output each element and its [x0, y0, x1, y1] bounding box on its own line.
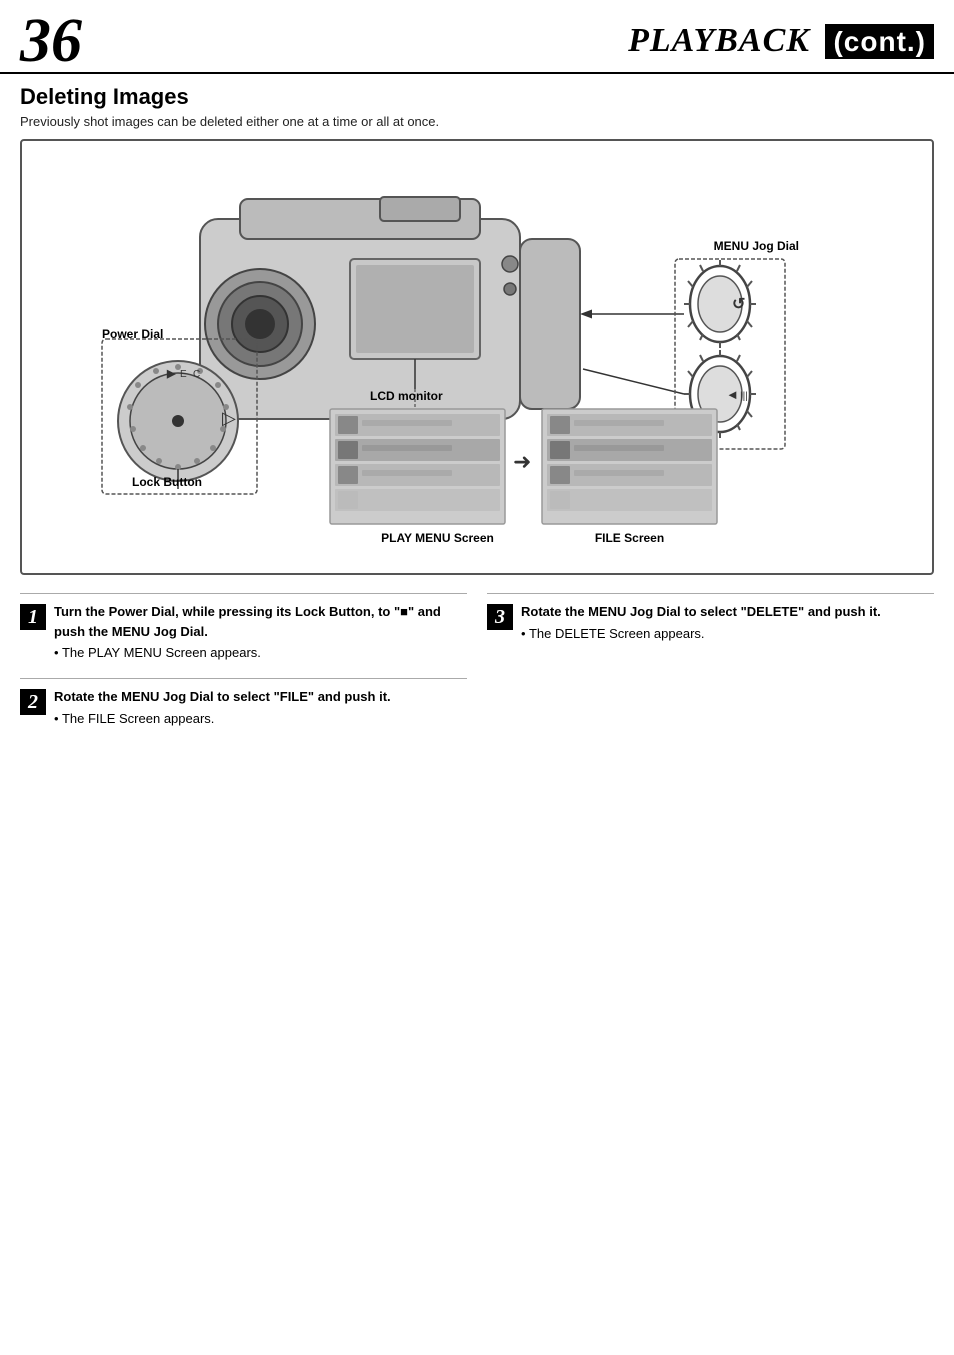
- step-3-bullet: The DELETE Screen appears.: [521, 626, 881, 641]
- playback-label: PLAYBACK: [628, 22, 810, 59]
- step-1-content: Turn the Power Dial, while pressing its …: [54, 602, 467, 660]
- camera-diagram: ↺ ◄ |||: [40, 159, 910, 554]
- lock-button-label: Lock Button: [132, 475, 202, 489]
- step-2-content: Rotate the MENU Jog Dial to select "FILE…: [54, 687, 391, 726]
- section-title: Deleting Images: [0, 80, 954, 112]
- step-1-bullet: The PLAY MENU Screen appears.: [54, 645, 467, 660]
- step-2-bullet: The FILE Screen appears.: [54, 711, 391, 726]
- step-2: 2 Rotate the MENU Jog Dial to select "FI…: [20, 687, 467, 726]
- step-2-number: 2: [20, 689, 46, 715]
- menu-jog-dial-label: MENU Jog Dial: [714, 239, 799, 253]
- steps-area: 1 Turn the Power Dial, while pressing it…: [0, 593, 954, 744]
- step-1-instruction: Turn the Power Dial, while pressing its …: [54, 602, 467, 641]
- svg-text:▶: ▶: [166, 368, 176, 380]
- page-title: PLAYBACK (cont.): [628, 22, 934, 60]
- play-menu-screen-label: PLAY MENU Screen: [350, 531, 525, 545]
- step-col-left: 1 Turn the Power Dial, while pressing it…: [20, 593, 487, 744]
- power-dial-label: Power Dial: [102, 327, 163, 341]
- svg-text:◄: ◄: [726, 387, 739, 402]
- step-1-number: 1: [20, 604, 46, 630]
- page-header: 36 PLAYBACK (cont.): [0, 0, 954, 74]
- camera-area: ↺ ◄ |||: [40, 159, 914, 559]
- step-3-content: Rotate the MENU Jog Dial to select "DELE…: [521, 602, 881, 641]
- cont-label: (cont.): [825, 24, 934, 59]
- svg-text:▷: ▷: [222, 408, 236, 428]
- svg-text:|||: |||: [740, 391, 748, 402]
- page-number: 36: [20, 10, 82, 72]
- illustration-box: ↺ ◄ |||: [20, 139, 934, 575]
- step-2-instruction: Rotate the MENU Jog Dial to select "FILE…: [54, 687, 391, 707]
- step-3: 3 Rotate the MENU Jog Dial to select "DE…: [487, 602, 934, 641]
- svg-text:C: C: [193, 369, 200, 380]
- divider-3: [487, 593, 934, 594]
- svg-text:➜: ➜: [513, 449, 531, 474]
- step-col-right: 3 Rotate the MENU Jog Dial to select "DE…: [487, 593, 934, 744]
- step-3-instruction: Rotate the MENU Jog Dial to select "DELE…: [521, 602, 881, 622]
- divider-2: [20, 678, 467, 679]
- svg-text:E: E: [180, 369, 187, 380]
- step-1: 1 Turn the Power Dial, while pressing it…: [20, 602, 467, 660]
- section-subtitle: Previously shot images can be deleted ei…: [0, 112, 954, 139]
- svg-text:↺: ↺: [732, 296, 745, 313]
- step-3-number: 3: [487, 604, 513, 630]
- divider-1: [20, 593, 467, 594]
- file-screen-label: FILE Screen: [552, 531, 707, 545]
- lcd-monitor-label: LCD monitor: [370, 389, 443, 403]
